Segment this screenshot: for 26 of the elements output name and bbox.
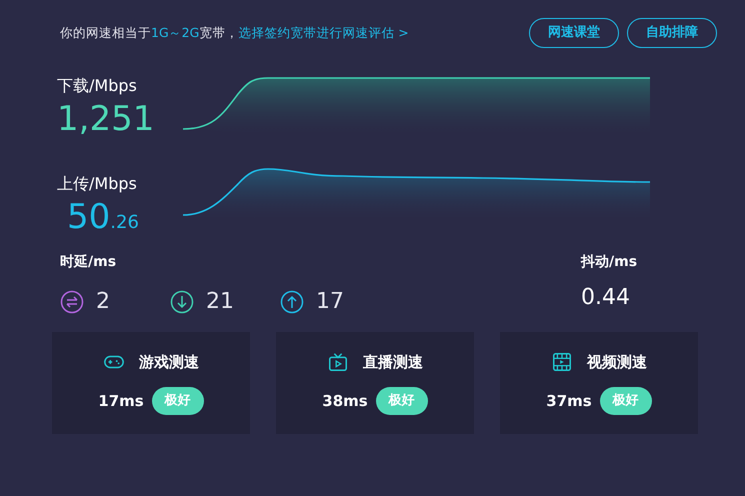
latency-value: 21 <box>206 288 234 316</box>
jitter-value: 0.44 <box>581 284 631 312</box>
card-title: 视频测速 <box>587 352 647 373</box>
card-latency: 38ms <box>322 391 368 412</box>
rating-badge: 极好 <box>376 387 428 416</box>
latency-value: 2 <box>96 288 110 316</box>
card-title: 直播测速 <box>363 352 423 373</box>
jitter-label: 抖动/ms <box>581 253 638 272</box>
latency-value: 17 <box>316 288 344 316</box>
pill-button[interactable]: 自助排障 <box>627 18 717 48</box>
card-latency: 17ms <box>98 391 144 412</box>
upload-label: 上传/Mbps <box>57 174 138 194</box>
upload-value: 50.26 <box>66 196 140 239</box>
evaluation-link[interactable]: 选择签约宽带进行网速评估 > <box>238 24 409 40</box>
tv-icon <box>327 351 349 373</box>
card-latency: 37ms <box>546 391 592 412</box>
download-value: 1,251 <box>57 98 156 141</box>
rating-badge: 极好 <box>152 387 204 416</box>
rating-badge: 极好 <box>600 387 652 416</box>
idle-latency-icon <box>60 290 84 314</box>
film-icon <box>551 351 573 373</box>
card-title: 游戏测速 <box>139 352 199 373</box>
latency-label: 时延/ms <box>60 253 116 272</box>
pill-button[interactable]: 网速课堂 <box>529 18 619 48</box>
download-label: 下载/Mbps <box>57 76 138 96</box>
speed-note: 你的网速相当于1G～2G宽带，选择签约宽带进行网速评估 > <box>60 24 410 42</box>
